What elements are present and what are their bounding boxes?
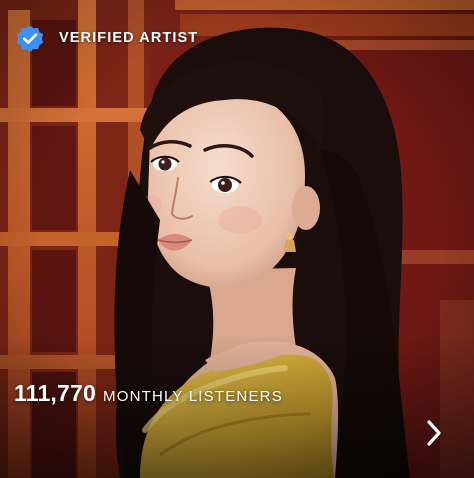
chevron-right-icon <box>427 420 441 446</box>
artist-card: VERIFIED ARTIST 111,770 MONTHLY LISTENER… <box>0 0 474 478</box>
monthly-listeners-label: MONTHLY LISTENERS <box>103 388 283 405</box>
monthly-listeners-count: 111,770 <box>14 380 97 406</box>
verified-badge-icon <box>16 25 44 52</box>
verified-artist-label: VERIFIED ARTIST <box>59 30 199 46</box>
next-button[interactable] <box>418 416 450 450</box>
monthly-listeners: 111,770 MONTHLY LISTENERS <box>14 380 283 414</box>
verified-artist-badge: VERIFIED ARTIST <box>14 22 198 54</box>
